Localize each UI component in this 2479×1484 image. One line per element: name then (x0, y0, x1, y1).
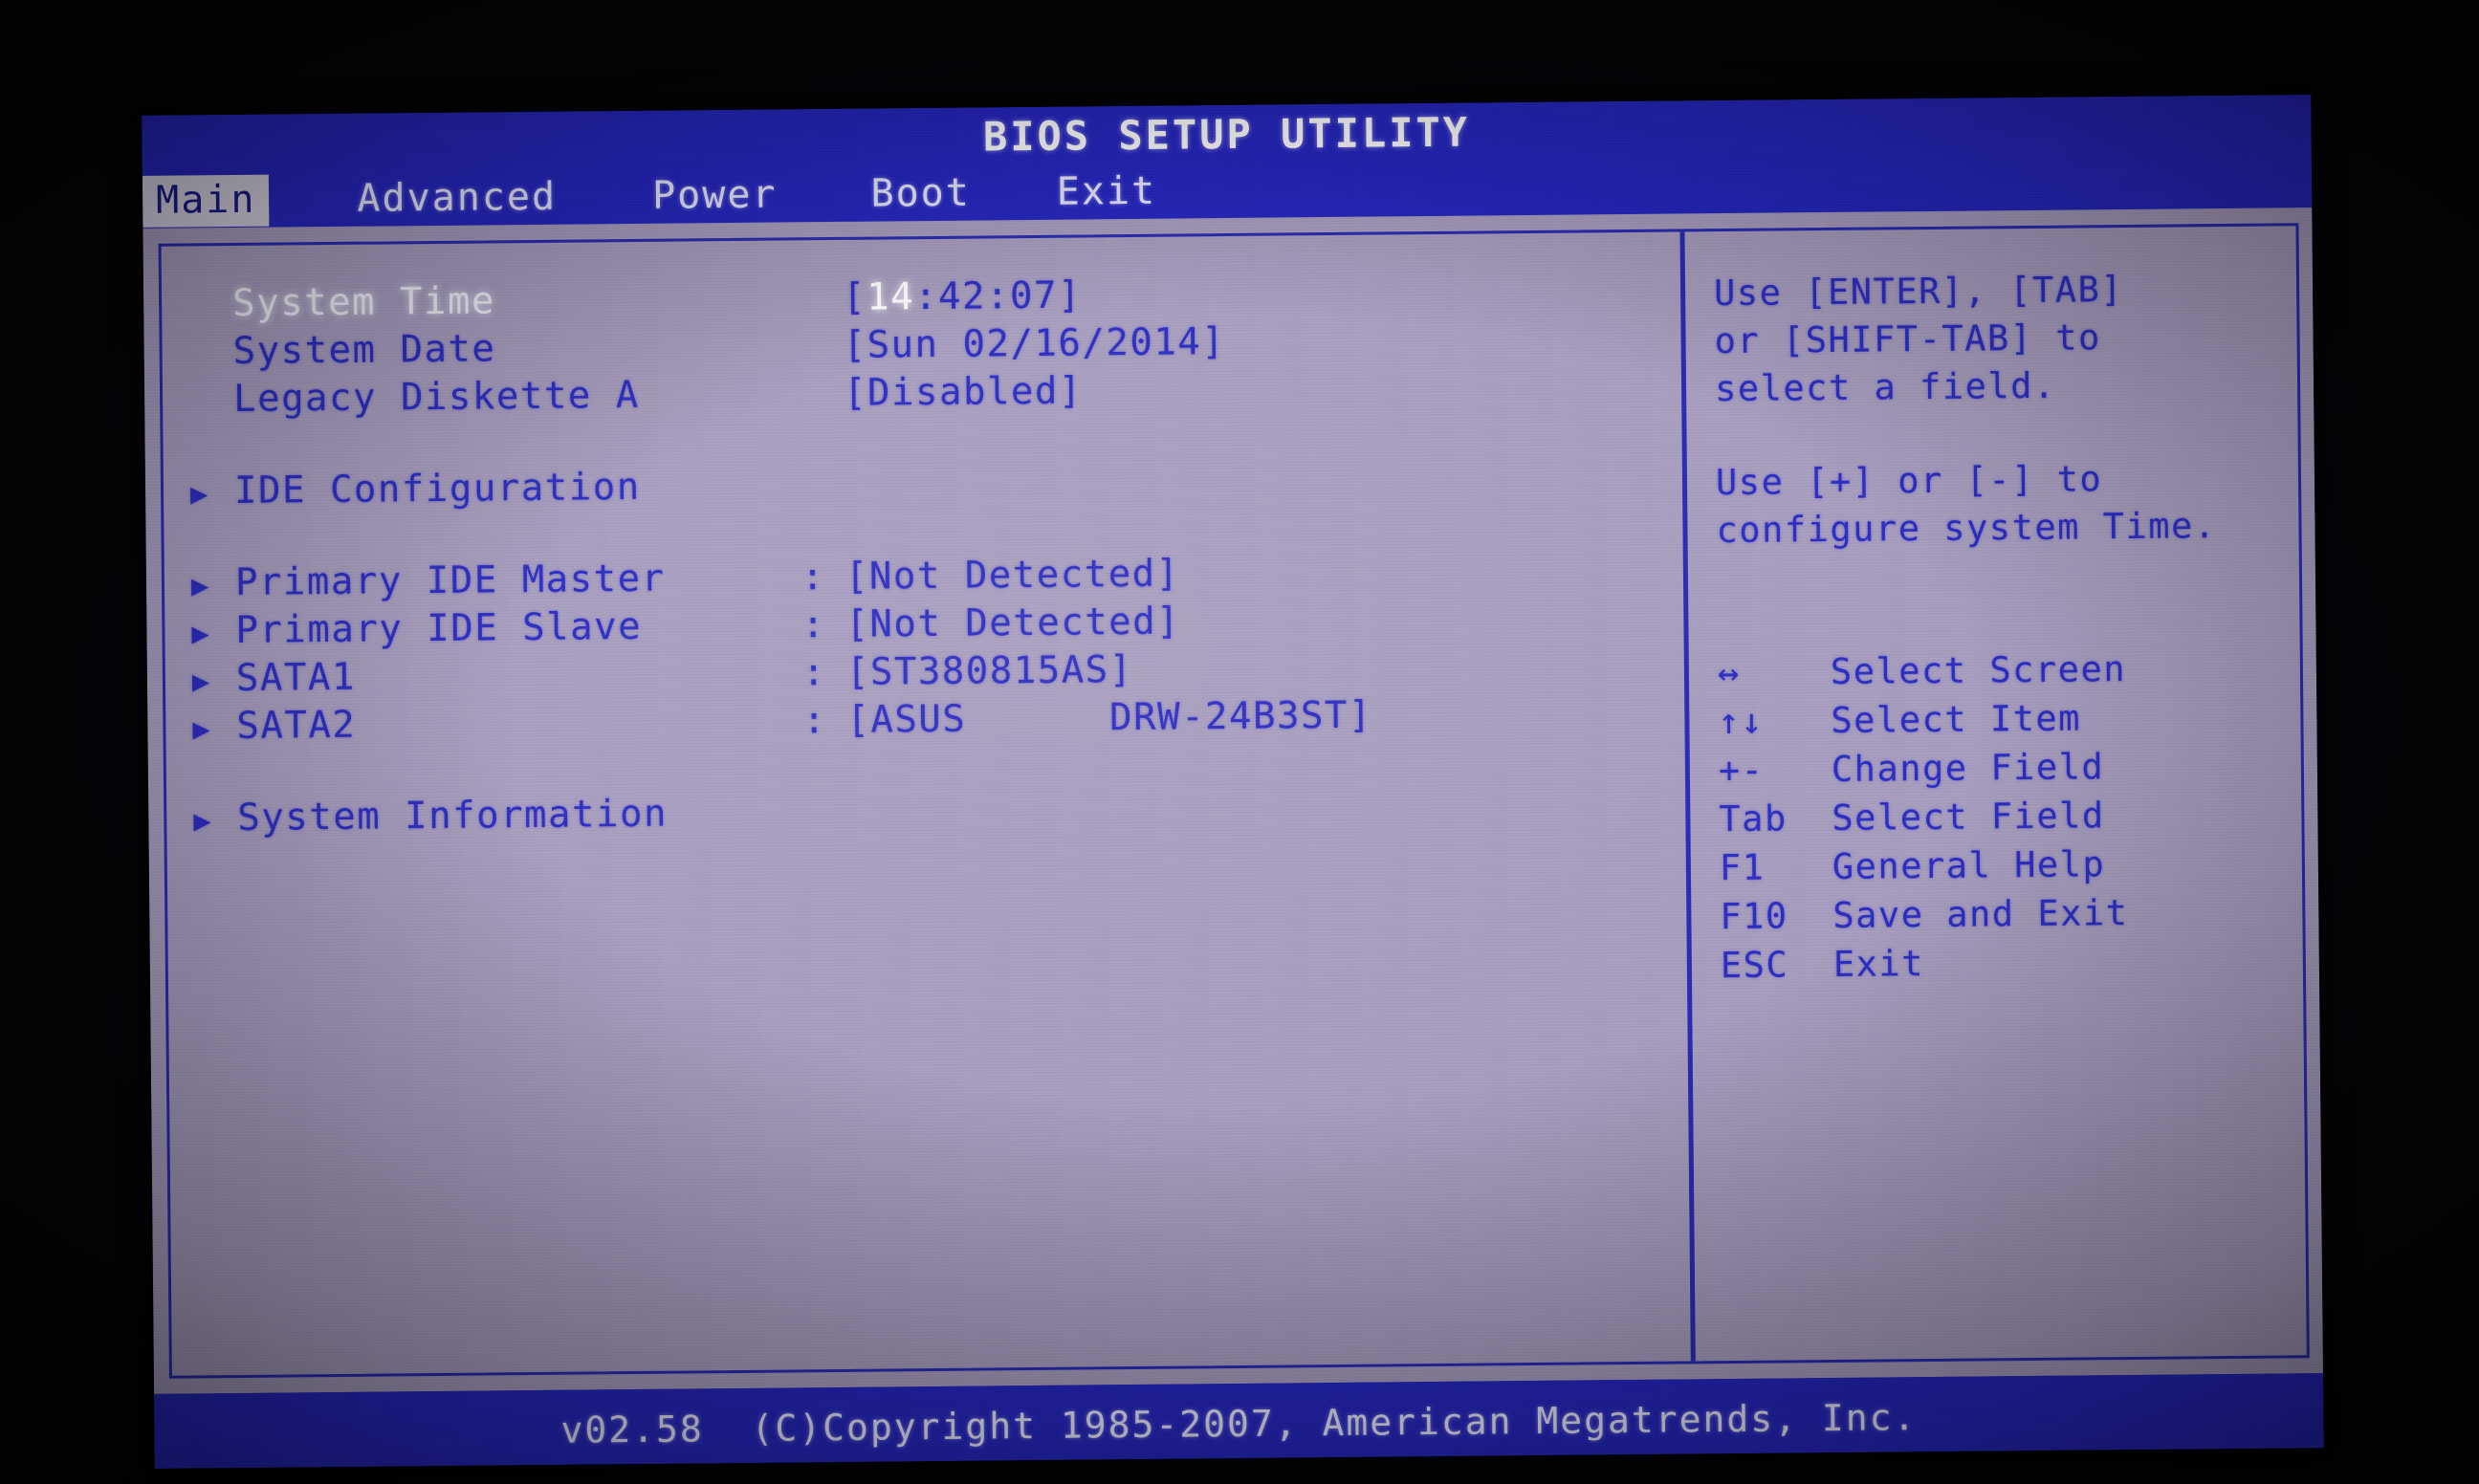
setting-value[interactable] (847, 817, 1676, 824)
legend-key-icon: F10 (1720, 895, 1788, 938)
legend-description: Select Screen (1830, 648, 2127, 692)
value-cursor-field[interactable]: 14 (867, 275, 914, 318)
bios-screen: BIOS SETUP UTILITY Main Advanced Power B… (142, 95, 2324, 1469)
legend-description: Change Field (1831, 746, 2105, 790)
setting-label: IDE Configuration (233, 465, 641, 513)
setting-label: System Date (232, 327, 496, 374)
settings-row[interactable]: ▶ System Information (193, 783, 1676, 845)
legend-key-icon: Tab (1719, 797, 1788, 840)
setting-colon: : (801, 651, 827, 695)
legend-description: Select Field (1832, 795, 2105, 839)
submenu-arrow-icon: ▶ (192, 712, 212, 747)
legend-row: ↑↓ Select Item (1718, 695, 2287, 750)
setting-label: System Time (231, 279, 496, 326)
submenu-arrow-icon: ▶ (193, 804, 213, 839)
tab-spacer (790, 195, 857, 196)
help-column: Use [ENTER], [TAB] or [SHIFT-TAB] to sel… (1685, 226, 2307, 1361)
legend-key-icon: +- (1718, 749, 1765, 792)
tab-power[interactable]: Power (639, 169, 791, 223)
help-paragraph: Use [ENTER], [TAB] or [SHIFT-TAB] to sel… (1713, 269, 2124, 410)
legend-description: Select Item (1831, 697, 2082, 741)
value-suffix: :42:07] (913, 273, 1083, 319)
help-text: Use [ENTER], [TAB] or [SHIFT-TAB] to sel… (1714, 264, 2286, 555)
tab-main[interactable]: Main (142, 174, 270, 228)
monitor-screen: BIOS SETUP UTILITY Main Advanced Power B… (142, 95, 2324, 1469)
legend-key-icon: ↔ (1717, 651, 1741, 694)
setting-value[interactable] (845, 490, 1673, 497)
value-prefix: [ (842, 275, 867, 319)
legend-description: Save and Exit (1832, 892, 2129, 936)
tab-spacer (984, 193, 1043, 194)
setting-value[interactable]: [ST380815AS] (846, 644, 1675, 694)
submenu-arrow-icon: ▶ (189, 477, 209, 512)
setting-label: Primary IDE Master (234, 556, 666, 605)
setting-value[interactable]: [ASUS DRW-24B3ST] (846, 691, 1675, 742)
settings-list: System Time [14:42:07] System Date [Sun 02/… (188, 269, 1677, 845)
legend-key-icon: ESC (1720, 944, 1789, 987)
settings-column: System Time [14:42:07] System Date [Sun 02/… (162, 231, 1691, 1375)
help-paragraph: Use [+] or [-] to configure system Time. (1715, 458, 2217, 552)
setting-value[interactable]: [14:42:07] (842, 269, 1671, 319)
setting-colon: : (801, 603, 826, 647)
legend-description: Exit (1832, 943, 1925, 985)
content-area: System Time [14:42:07] System Date [Sun 02/… (143, 207, 2323, 1394)
legend-row: Tab Select Field (1719, 793, 2288, 847)
tab-advanced[interactable]: Advanced (343, 172, 570, 226)
legend-key-icon: F1 (1719, 846, 1766, 889)
submenu-arrow-icon: ▶ (190, 569, 210, 603)
legend-key-icon: ↑↓ (1718, 700, 1765, 743)
setting-label: Primary IDE Slave (235, 604, 643, 652)
setting-value[interactable]: [Not Detected] (845, 548, 1674, 599)
setting-value[interactable]: [Not Detected] (845, 596, 1674, 646)
photo-backdrop: BIOS SETUP UTILITY Main Advanced Power B… (0, 0, 2479, 1484)
setting-label: Legacy Diskette A (232, 373, 640, 422)
setting-colon: : (801, 556, 826, 600)
submenu-arrow-icon: ▶ (191, 617, 211, 651)
legend-row: F10 Save and Exit (1720, 890, 2289, 945)
settings-row[interactable]: ▶ IDE Configuration (190, 456, 1673, 518)
legend-row: F1 General Help (1720, 841, 2289, 896)
legend-description: General Help (1832, 843, 2106, 887)
setting-colon: : (802, 699, 827, 743)
legend-row: +- Change Field (1719, 744, 2288, 798)
legend-row: ESC Exit (1721, 939, 2290, 993)
setting-label: SATA2 (236, 703, 357, 748)
tab-boot[interactable]: Boot (857, 167, 984, 220)
setting-label: SATA1 (235, 655, 357, 700)
setting-label: System Information (237, 792, 669, 840)
tab-exit[interactable]: Exit (1043, 166, 1171, 219)
key-legend: ↔ Select Screen ↑↓ Select Item +- Change Fiel… (1718, 646, 2290, 993)
tab-spacer (269, 200, 343, 201)
setting-value[interactable]: [Disabled] (844, 364, 1672, 414)
content-panel: System Time [14:42:07] System Date [Sun 02/… (158, 223, 2310, 1379)
tab-spacer (570, 197, 639, 198)
legend-row: ↔ Select Screen (1718, 646, 2287, 701)
submenu-arrow-icon: ▶ (191, 665, 211, 699)
setting-value[interactable]: [Sun 02/16/2014] (843, 316, 1671, 367)
